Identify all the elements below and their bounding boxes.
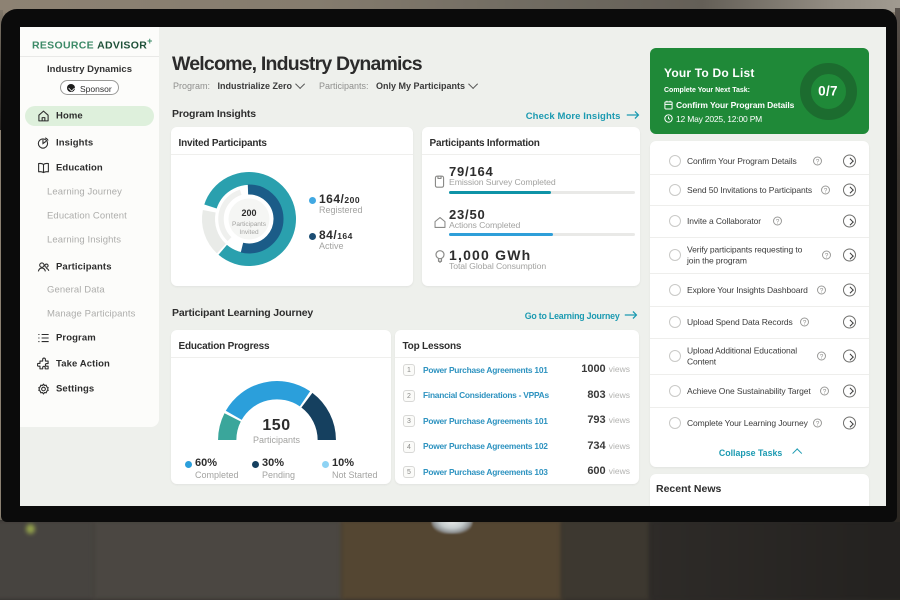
- svg-text:Participants: Participants: [232, 221, 267, 228]
- svg-text:200: 200: [241, 208, 256, 218]
- svg-text:Invited: Invited: [239, 229, 259, 236]
